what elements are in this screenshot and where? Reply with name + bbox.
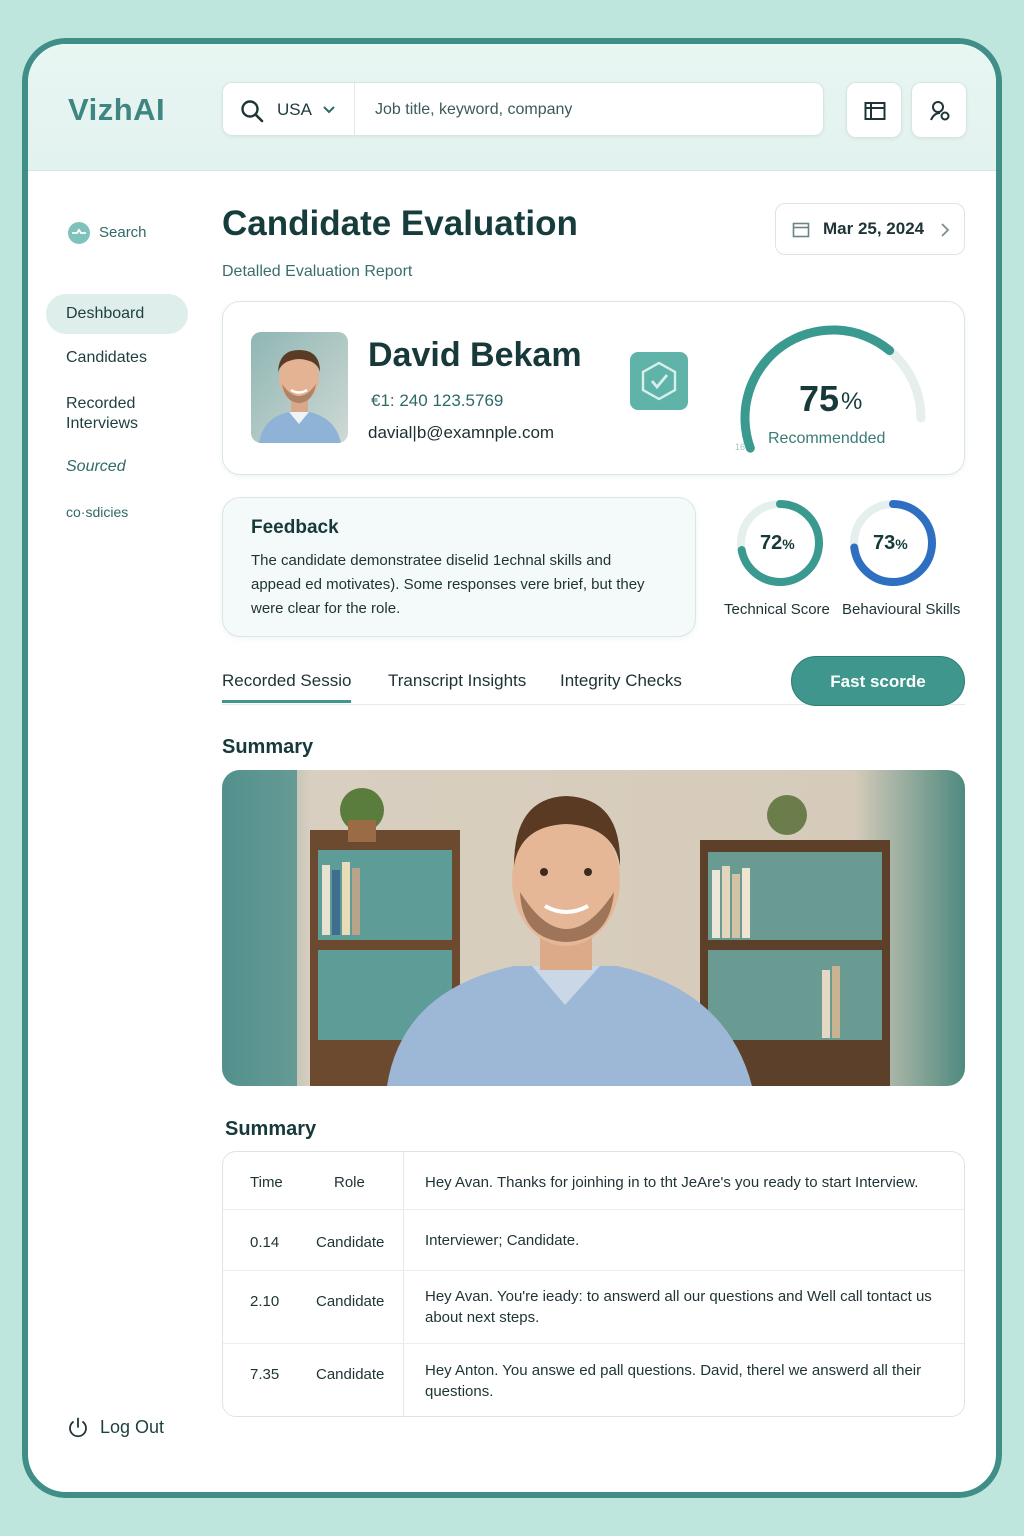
row-divider xyxy=(223,1209,964,1210)
shield-check-icon xyxy=(641,361,677,401)
tab-transcript-insights[interactable]: Transcript Insights xyxy=(388,671,526,691)
feedback-text: The candidate demonstratee diselid 1echn… xyxy=(251,552,645,617)
candidate-email[interactable]: davial|b@examnple.com xyxy=(368,423,554,443)
header-role: Role xyxy=(334,1174,365,1191)
header-message: Hey Avan. Thanks for joinhing in to tht … xyxy=(425,1174,919,1191)
search-icon[interactable] xyxy=(239,98,265,124)
calendar-button[interactable] xyxy=(846,82,902,138)
divider xyxy=(354,83,355,137)
country-select[interactable]: USA xyxy=(277,83,312,137)
row-role: Candidate xyxy=(316,1366,385,1383)
app-window: VizhAI USA Job title, keyword, company S… xyxy=(22,38,1002,1498)
behavioural-skills-value: 73% xyxy=(873,532,908,554)
sidebar-item-sourced[interactable]: Sourced xyxy=(46,458,188,476)
gauge-unit: % xyxy=(841,388,863,415)
chevron-right-icon[interactable] xyxy=(938,222,952,238)
verified-badge xyxy=(630,352,688,410)
profile-button[interactable] xyxy=(911,82,967,138)
tab-integrity-checks[interactable]: Integrity Checks xyxy=(560,671,682,691)
row-role: Candidate xyxy=(316,1293,385,1310)
row-text: Interviewer; Candidate. xyxy=(425,1232,580,1249)
date-label: Mar 25, 2024 xyxy=(823,219,925,238)
candidate-avatar xyxy=(251,332,348,443)
gauge-min-label: 16 xyxy=(735,442,746,452)
chevron-down-icon[interactable] xyxy=(321,101,337,117)
row-time: 7.35 xyxy=(250,1366,280,1383)
candidate-name: David Bekam xyxy=(368,336,582,374)
search-bar: USA xyxy=(222,82,824,137)
page-subtitle: Detalled Evaluation Report xyxy=(222,263,413,280)
gauge-label: Recommendded xyxy=(768,430,886,447)
sidebar-item-policies[interactable]: co·sdicies xyxy=(46,504,188,520)
transcript-title: Summary xyxy=(225,1118,317,1140)
sidebar-item-candidates[interactable]: Candidates xyxy=(46,349,188,367)
date-picker[interactable]: Mar 25, 2024 xyxy=(775,203,965,255)
gauge-value: 75 xyxy=(799,378,840,419)
behavioural-skills-label: Behavioural Skills xyxy=(842,601,961,618)
transcript-table: Time Role Hey Avan. Thanks for joinhing … xyxy=(222,1151,965,1417)
header-time: Time xyxy=(250,1174,283,1191)
technical-score-value: 72% xyxy=(760,532,795,554)
tab-recorded-session[interactable]: Recorded Sessio xyxy=(222,671,352,703)
sidebar-search-label: Search xyxy=(99,224,147,241)
top-bar: VizhAI USA xyxy=(28,44,996,171)
candidate-profile-card: David Bekam €1: 240 123.5769 davial|b@ex… xyxy=(222,301,965,475)
column-divider xyxy=(403,1152,404,1416)
row-text: Hey Avan. You're ieady: to answerd all o… xyxy=(425,1288,932,1326)
page-title: Candidate Evaluation xyxy=(222,204,578,243)
row-time: 0.14 xyxy=(250,1234,280,1251)
app-logo[interactable]: VizhAI xyxy=(68,92,165,128)
fast-score-button[interactable]: Fast scorde xyxy=(791,656,965,706)
summary-title: Summary xyxy=(222,736,314,758)
feedback-card: Feedback The candidate demonstratee dise… xyxy=(222,497,696,637)
feedback-title: Feedback xyxy=(251,517,339,538)
sidebar-item-recorded-interviews[interactable]: Recorded Interviews xyxy=(46,394,188,434)
calendar-icon xyxy=(864,102,886,120)
power-icon xyxy=(69,1417,87,1438)
row-divider xyxy=(223,1270,964,1271)
logout-label: Log Out xyxy=(100,1417,165,1437)
user-icon xyxy=(930,101,950,121)
row-divider xyxy=(223,1343,964,1344)
row-text: Hey Anton. You answe ed pall questions. … xyxy=(425,1362,922,1400)
calendar-icon xyxy=(792,222,810,238)
candidate-phone[interactable]: €1: 240 123.5769 xyxy=(371,391,503,411)
technical-score-label: Technical Score xyxy=(724,601,830,618)
job-search-input[interactable] xyxy=(363,91,803,129)
interview-video[interactable] xyxy=(222,770,965,1086)
row-role: Candidate xyxy=(316,1234,385,1251)
sidebar-item-dashboard[interactable]: Deshboard xyxy=(46,294,188,334)
row-time: 2.10 xyxy=(250,1293,280,1310)
search-icon xyxy=(68,222,90,244)
